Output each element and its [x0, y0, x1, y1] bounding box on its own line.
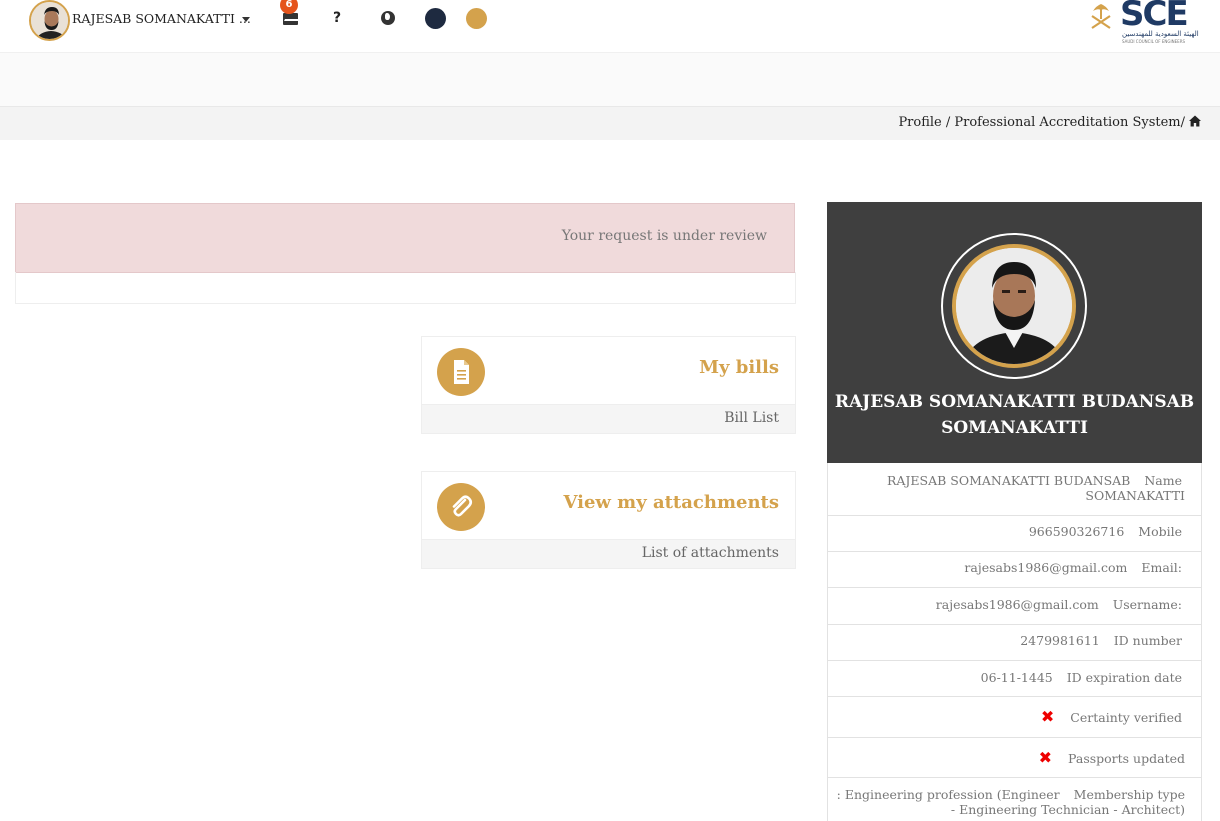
- attachments-list-link[interactable]: List of attachments: [642, 545, 779, 561]
- info-row-name: RAJESAB SOMANAKATTI BUDANSAB Name SOMANA…: [827, 463, 1202, 516]
- card-footer: Bill List: [422, 404, 795, 433]
- theme-gold-button[interactable]: [466, 8, 487, 29]
- close-icon: ✖: [1038, 748, 1053, 767]
- info-row-id: 2479981611 ID number: [827, 625, 1202, 661]
- home-icon[interactable]: [1189, 115, 1201, 127]
- document-icon: [437, 348, 485, 396]
- profile-header: RAJESAB SOMANAKATTI BUDANSAB SOMANAKATTI: [827, 202, 1202, 463]
- attachments-card[interactable]: View my attachments List of attachments: [421, 471, 796, 569]
- info-row-membership: : Engineering profession (Engineer Membe…: [827, 778, 1202, 821]
- chevron-down-icon[interactable]: [242, 17, 250, 22]
- id-label: ID number: [1113, 633, 1182, 648]
- user-avatar[interactable]: [29, 0, 70, 41]
- my-bills-title[interactable]: My bills: [699, 357, 779, 378]
- top-navbar: RAJESAB SOMANAKATTI ... 6 ? SCE الهيئة ا…: [0, 0, 1220, 53]
- sce-logo: SCE الهيئة السعودية للمهندسين SAUDI COUN…: [1088, 0, 1202, 46]
- info-row-username: rajesabs1986@gmail.com Username:: [827, 588, 1202, 625]
- attachments-title[interactable]: View my attachments: [563, 492, 779, 513]
- profile-full-name: RAJESAB SOMANAKATTI BUDANSAB SOMANAKATTI: [834, 392, 1195, 438]
- logo-subtitle-en: SAUDI COUNCIL OF ENGINEERS: [1122, 39, 1186, 44]
- my-bills-card[interactable]: My bills Bill List: [421, 336, 796, 434]
- profile-photo-ring: [941, 233, 1087, 379]
- info-row-passports: ✖ Passports updated: [827, 738, 1202, 778]
- alert-footer: [15, 272, 796, 304]
- breadcrumb-text[interactable]: Profile / Professional Accreditation Sys…: [898, 115, 1185, 130]
- email-label: Email:: [1141, 560, 1182, 575]
- close-icon: ✖: [1040, 707, 1055, 726]
- help-icon[interactable]: ?: [333, 10, 341, 26]
- certainty-label: Certainty verified: [1070, 710, 1182, 725]
- breadcrumb: Profile / Professional Accreditation Sys…: [0, 106, 1220, 140]
- profile-photo: [952, 244, 1076, 368]
- name-value-cont: SOMANAKATTI: [1085, 488, 1185, 503]
- globe-icon[interactable]: [381, 11, 395, 25]
- user-menu-name[interactable]: RAJESAB SOMANAKATTI ...: [72, 11, 251, 26]
- info-row-mobile: 966590326716 Mobile: [827, 516, 1202, 552]
- id-value: 2479981611: [1020, 633, 1100, 648]
- membership-label: Membership type: [1073, 787, 1185, 802]
- logo-subtitle: الهيئة السعودية للمهندسين: [1122, 30, 1199, 38]
- username-value: rajesabs1986@gmail.com: [935, 597, 1099, 612]
- passports-label: Passports updated: [1068, 751, 1185, 766]
- alert-message: Your request is under review: [561, 228, 767, 244]
- header-band: [0, 53, 1220, 106]
- membership-value: : Engineering profession (Engineer: [836, 787, 1060, 802]
- logo-text: SCE: [1120, 0, 1189, 34]
- review-alert: Your request is under review: [15, 203, 795, 273]
- info-row-id-expiration: 06-11-1445 ID expiration date: [827, 661, 1202, 697]
- mobile-value: 966590326716: [1028, 524, 1125, 539]
- notification-badge: 6: [280, 0, 298, 14]
- name-value: RAJESAB SOMANAKATTI BUDANSAB: [886, 473, 1131, 488]
- mobile-label: Mobile: [1138, 524, 1182, 539]
- username-label: Username:: [1112, 597, 1182, 612]
- info-row-certainty: ✖ Certainty verified: [827, 697, 1202, 738]
- envelope-icon[interactable]: [283, 13, 298, 25]
- info-row-email: rajesabs1986@gmail.com Email:: [827, 552, 1202, 588]
- id-expiration-value: 06-11-1445: [980, 670, 1053, 685]
- palm-swords-emblem-icon: [1091, 4, 1111, 29]
- card-footer: List of attachments: [422, 539, 795, 568]
- email-value: rajesabs1986@gmail.com: [964, 560, 1128, 575]
- id-expiration-label: ID expiration date: [1066, 670, 1182, 685]
- membership-value-cont: - Engineering Technician - Architect): [950, 802, 1185, 817]
- theme-dark-button[interactable]: [425, 8, 446, 29]
- name-label: Name: [1144, 473, 1182, 488]
- bill-list-link[interactable]: Bill List: [724, 410, 779, 426]
- paperclip-icon: [437, 483, 485, 531]
